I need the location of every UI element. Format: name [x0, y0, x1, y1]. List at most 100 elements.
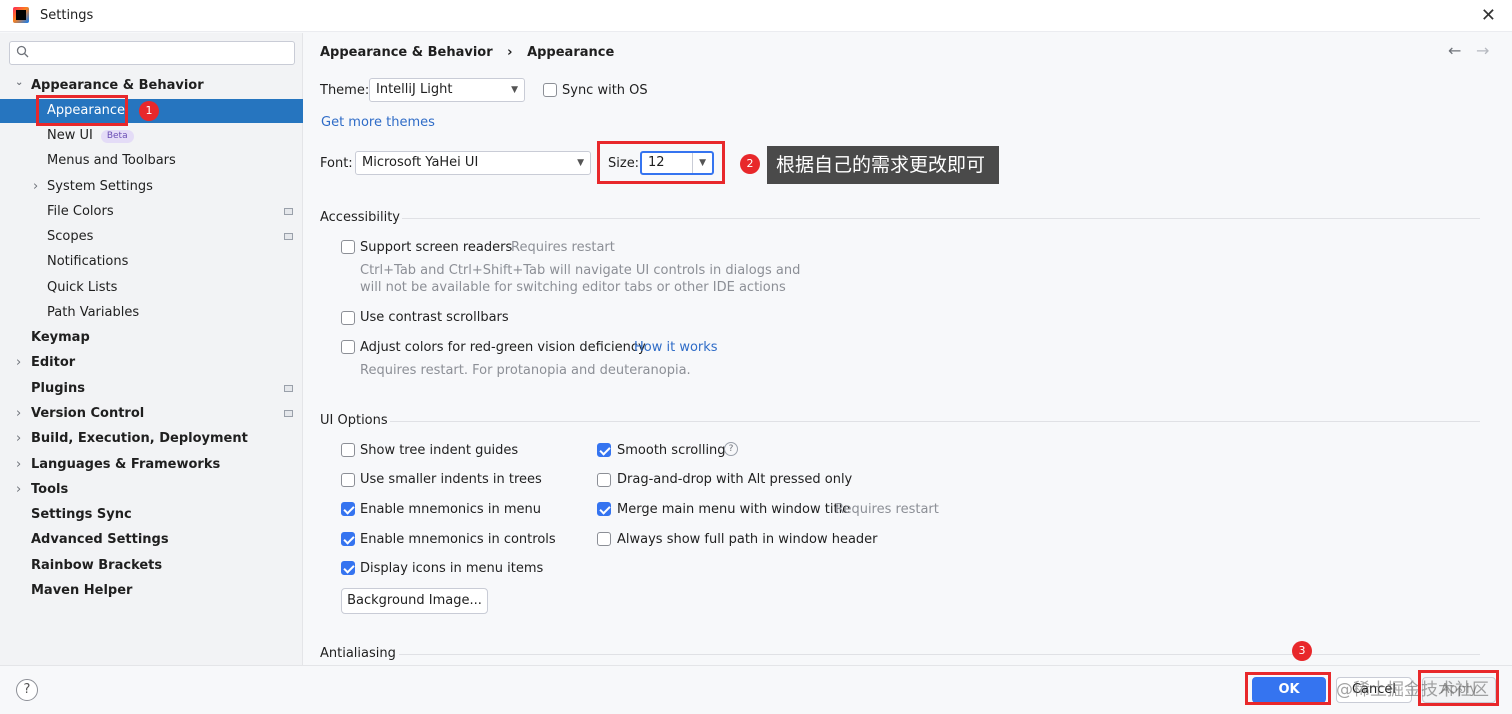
sidebar-item-notifications[interactable]: Notifications: [0, 250, 303, 274]
chevron-right-icon: ›: [16, 431, 22, 446]
ui-options-section-title: UI Options: [320, 413, 388, 428]
full-path-label: Always show full path in window header: [617, 532, 878, 547]
sidebar-item-label: Advanced Settings: [31, 532, 169, 547]
sidebar-item-label: System Settings: [47, 179, 153, 194]
mnemonics-controls-checkbox[interactable]: [341, 532, 355, 546]
title-bar: Settings ✕: [0, 0, 1512, 32]
sidebar-item-tools[interactable]: › Tools: [0, 478, 303, 502]
section-divider: [399, 654, 1480, 655]
forward-arrow-icon[interactable]: →: [1476, 41, 1489, 60]
icons-menu-label: Display icons in menu items: [360, 561, 544, 576]
sidebar-item-label: Version Control: [31, 406, 145, 421]
sidebar-item-label: New UI: [47, 128, 93, 143]
font-label: Font:: [320, 156, 353, 171]
sidebar-item-label: Plugins: [31, 381, 85, 396]
sidebar-item-keymap[interactable]: Keymap: [0, 326, 303, 350]
theme-label: Theme:: [320, 83, 370, 98]
sidebar-item-new-ui[interactable]: New UI Beta: [0, 124, 303, 148]
tree-indent-checkbox[interactable]: [341, 443, 355, 457]
sidebar-item-languages-frameworks[interactable]: › Languages & Frameworks: [0, 453, 303, 477]
section-divider: [402, 218, 1480, 219]
back-arrow-icon[interactable]: ←: [1448, 41, 1461, 60]
adjust-colors-label: Adjust colors for red-green vision defic…: [360, 340, 646, 355]
theme-value: IntelliJ Light: [376, 82, 453, 97]
sidebar-item-editor[interactable]: › Editor: [0, 351, 303, 375]
smooth-scrolling-label: Smooth scrolling: [617, 443, 726, 458]
sidebar-item-file-colors[interactable]: File Colors: [0, 200, 303, 224]
drag-drop-alt-label: Drag-and-drop with Alt pressed only: [617, 472, 853, 487]
sidebar-item-label: Notifications: [47, 254, 129, 269]
sidebar-item-label: File Colors: [47, 204, 114, 219]
smaller-indents-checkbox[interactable]: [341, 473, 355, 487]
sidebar-item-build-execution[interactable]: › Build, Execution, Deployment: [0, 427, 303, 451]
mnemonics-menu-label: Enable mnemonics in menu: [360, 502, 541, 517]
sidebar-item-advanced-settings[interactable]: Advanced Settings: [0, 528, 303, 552]
breadcrumb-current: Appearance: [527, 45, 615, 60]
dropdown-arrow-icon: ▼: [511, 85, 518, 95]
sidebar-item-quick-lists[interactable]: Quick Lists: [0, 276, 303, 300]
sidebar-item-label: Scopes: [47, 229, 94, 244]
annotation-highlight-apply: [1418, 670, 1499, 706]
smooth-scrolling-checkbox[interactable]: [597, 443, 611, 457]
sidebar-item-label: Editor: [31, 355, 76, 370]
annotation-number-3: 3: [1292, 641, 1312, 661]
search-input[interactable]: [9, 41, 295, 65]
font-select[interactable]: Microsoft YaHei UI ▼: [355, 151, 591, 175]
help-icon[interactable]: ?: [724, 442, 738, 456]
get-more-themes-link[interactable]: Get more themes: [321, 115, 435, 130]
sidebar-item-label: Menus and Toolbars: [47, 153, 176, 168]
chevron-down-icon: ⌄: [15, 77, 24, 88]
adjust-colors-checkbox[interactable]: [341, 340, 355, 354]
sidebar-item-plugins[interactable]: Plugins: [0, 377, 303, 401]
contrast-scrollbars-checkbox[interactable]: [341, 311, 355, 325]
dropdown-arrow-icon: ▼: [577, 158, 584, 168]
annotation-highlight-ok: [1245, 672, 1331, 705]
sync-os-checkbox[interactable]: [543, 83, 557, 97]
sidebar-item-label: Quick Lists: [47, 280, 118, 295]
sidebar-item-system-settings[interactable]: › System Settings: [0, 175, 303, 199]
sidebar-item-label: Rainbow Brackets: [31, 558, 163, 573]
annotation-tooltip: 根据自己的需求更改即可: [767, 146, 999, 184]
window-title: Settings: [40, 8, 94, 23]
chevron-right-icon: ›: [16, 406, 22, 421]
sidebar-item-menus-toolbars[interactable]: Menus and Toolbars: [0, 149, 303, 173]
project-level-icon: [284, 208, 293, 215]
sidebar-item-version-control[interactable]: › Version Control: [0, 402, 303, 426]
beta-badge: Beta: [100, 130, 134, 143]
theme-select[interactable]: IntelliJ Light ▼: [369, 78, 525, 102]
drag-drop-alt-checkbox[interactable]: [597, 473, 611, 487]
merge-menu-checkbox[interactable]: [597, 502, 611, 516]
annotation-highlight-font-size: [597, 141, 725, 184]
help-button[interactable]: ?: [16, 679, 38, 701]
mnemonics-menu-checkbox[interactable]: [341, 502, 355, 516]
annotation-number-2: 2: [740, 154, 760, 174]
screen-readers-note: Requires restart: [511, 240, 615, 255]
how-it-works-link[interactable]: How it works: [634, 340, 718, 355]
sidebar-item-label: Languages & Frameworks: [31, 457, 221, 472]
chevron-right-icon: ›: [16, 457, 22, 472]
annotation-number-1: 1: [139, 101, 159, 121]
close-icon[interactable]: ✕: [1481, 5, 1496, 26]
sidebar-item-label: Maven Helper: [31, 583, 133, 598]
icons-menu-checkbox[interactable]: [341, 561, 355, 575]
search-icon: [16, 45, 29, 58]
sidebar-item-rainbow-brackets[interactable]: Rainbow Brackets: [0, 554, 303, 578]
full-path-checkbox[interactable]: [597, 532, 611, 546]
sidebar-item-maven-helper[interactable]: Maven Helper: [0, 579, 303, 603]
contrast-scrollbars-label: Use contrast scrollbars: [360, 310, 509, 325]
breadcrumb-separator: ›: [507, 45, 513, 60]
section-divider: [390, 421, 1480, 422]
sidebar-item-settings-sync[interactable]: Settings Sync: [0, 503, 303, 527]
breadcrumb: Appearance & Behavior › Appearance: [320, 45, 624, 60]
background-image-button[interactable]: Background Image...: [341, 588, 488, 614]
project-level-icon: [284, 233, 293, 240]
sidebar-item-path-variables[interactable]: Path Variables: [0, 301, 303, 325]
screen-readers-checkbox[interactable]: [341, 240, 355, 254]
screen-readers-desc-2: will not be available for switching edit…: [360, 280, 786, 295]
intellij-logo-icon: [13, 7, 29, 23]
sidebar-item-label: Tools: [31, 482, 69, 497]
sidebar-item-scopes[interactable]: Scopes: [0, 225, 303, 249]
antialiasing-section-title: Antialiasing: [320, 646, 396, 661]
breadcrumb-parent[interactable]: Appearance & Behavior: [320, 45, 493, 60]
annotation-highlight-appearance: [36, 95, 128, 126]
